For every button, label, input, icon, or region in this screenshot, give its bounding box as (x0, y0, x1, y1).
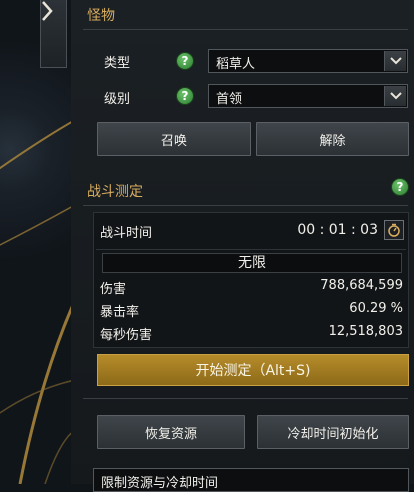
monster-level-select[interactable]: 首领 (208, 84, 408, 108)
monster-section-title: 怪物 (87, 8, 115, 24)
crit-rate-label: 暴击率 (100, 305, 140, 320)
damage-value: 788,684,599 (320, 278, 403, 293)
reset-cooldown-button[interactable]: 冷却时间初始化 (257, 415, 409, 449)
background-art (0, 0, 72, 484)
row-divider (96, 249, 406, 250)
dps-value: 12,518,803 (328, 324, 403, 339)
limit-resources-value: 限制资源与冷却时间 (101, 476, 219, 491)
dps-label: 每秒伤害 (100, 328, 153, 343)
stopwatch-icon[interactable] (384, 220, 404, 240)
start-measure-button[interactable]: 开始测定（Alt+S) (97, 354, 409, 386)
help-icon[interactable]: ? (176, 87, 194, 105)
collapse-panel-button[interactable] (40, 0, 67, 68)
section-divider (83, 29, 408, 30)
section-divider (83, 398, 408, 399)
battle-stats-box: 战斗时间 00 : 01 : 03 无限 伤害 788,684,599 暴击率 … (93, 212, 409, 348)
help-icon[interactable]: ? (176, 52, 194, 70)
chevron-right-icon (42, 1, 53, 21)
time-limit-field[interactable]: 无限 (102, 253, 402, 273)
level-label: 级别 (104, 92, 131, 107)
monster-type-select[interactable]: 稻草人 (208, 49, 408, 73)
limit-resources-select[interactable]: 限制资源与冷却时间 (93, 468, 409, 492)
summon-button[interactable]: 召唤 (97, 122, 251, 156)
crit-rate-value: 60.29 % (349, 301, 403, 316)
help-icon[interactable]: ? (391, 178, 409, 196)
battle-time-value: 00 : 01 : 03 (297, 222, 378, 238)
monster-level-value: 首领 (216, 92, 243, 107)
type-label: 类型 (104, 56, 131, 71)
restore-resources-button[interactable]: 恢复资源 (97, 415, 245, 449)
background-gold-arcs (0, 120, 72, 484)
battle-section-title: 战斗测定 (87, 184, 143, 200)
training-panel: 怪物 类型 ? 稻草人 级别 ? 首领 召唤 解除 战斗测定 ? 战斗时间 00… (71, 0, 414, 492)
monster-type-value: 稻草人 (216, 57, 256, 72)
section-divider (83, 205, 408, 206)
chevron-down-icon[interactable] (384, 86, 406, 106)
battle-time-label: 战斗时间 (100, 226, 153, 241)
chevron-down-icon[interactable] (384, 51, 406, 71)
damage-label: 伤害 (100, 282, 127, 297)
dismiss-button[interactable]: 解除 (256, 122, 409, 156)
